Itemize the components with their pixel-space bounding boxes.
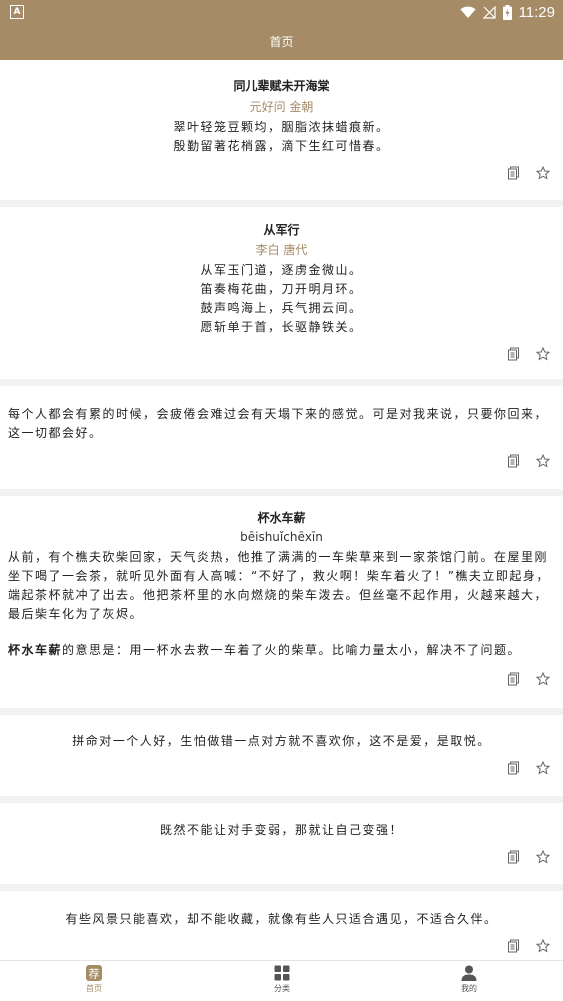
clock: 11:29 [518, 3, 555, 21]
poem-line: 愿斩单于首，长驱静铁关。 [200, 320, 363, 334]
card-actions [507, 454, 550, 468]
poem-line: 鼓声鸣海上，兵气拥云间。 [200, 301, 363, 315]
quote-card[interactable]: 每个人都会有累的时候，会疲倦会难过会有天塌下来的感觉。可是对我来说，只要你回来，… [0, 386, 563, 489]
card-actions [507, 672, 550, 686]
star-outline-icon[interactable] [536, 166, 550, 180]
person-icon [461, 965, 477, 981]
nav-label-category: 分类 [274, 984, 290, 993]
battery-charging-icon [502, 4, 512, 20]
poem-lines: 翠叶轻笼豆颗均，胭脂浓抹蜡痕新。 殷勤留著花梢露，滴下生红可惜春。 [0, 118, 563, 156]
poem-lines: 从军玉门道，逐虏金微山。 笛奏梅花曲，刀开明月环。 鼓声鸣海上，兵气拥云间。 愿… [0, 261, 563, 337]
page-title: 首页 [269, 35, 294, 49]
poem-author: 元好问 金朝 [249, 100, 314, 114]
card-actions [507, 347, 550, 361]
copy-icon[interactable] [507, 761, 521, 775]
quote-text: 既然不能让对手变弱，那就让自己变强！ [159, 823, 403, 837]
no-signal-icon [482, 5, 496, 19]
idiom-story: 从前，有个樵夫砍柴回家，天气炎热，他推了满满的一车柴草来到一家茶馆门前。在屋里刚… [8, 550, 550, 621]
idiom-title: 杯水车薪 [257, 511, 306, 525]
star-outline-icon[interactable] [536, 454, 550, 468]
card-actions [507, 850, 550, 864]
poem-line: 笛奏梅花曲，刀开明月环。 [200, 282, 363, 296]
bottom-nav: 荐 首页 分类 我的 [0, 960, 563, 1001]
star-outline-icon[interactable] [536, 761, 550, 775]
quote-card[interactable]: 有些风景只能喜欢，却不能收藏，就像有些人只适合遇见，不适合久伴。 [0, 891, 563, 960]
copy-icon[interactable] [507, 672, 521, 686]
poem-line: 殷勤留著花梢露，滴下生红可惜春。 [173, 139, 390, 153]
star-outline-icon[interactable] [536, 939, 550, 953]
status-bar: A 11:29 [0, 0, 563, 24]
star-outline-icon[interactable] [536, 850, 550, 864]
content-feed[interactable]: 同儿辈赋未开海棠 元好问 金朝 翠叶轻笼豆颗均，胭脂浓抹蜡痕新。 殷勤留著花梢露… [0, 60, 563, 960]
recommend-icon: 荐 [86, 965, 102, 981]
card-actions [507, 939, 550, 953]
system-status: 11:29 [460, 3, 555, 21]
quote-text: 拼命对一个人好，生怕做错一点对方就不喜欢你，这不是爱，是取悦。 [72, 734, 491, 748]
grid-icon [274, 965, 290, 981]
star-outline-icon[interactable] [536, 347, 550, 361]
app-notification-icon: A [10, 5, 24, 19]
poem-card[interactable]: 同儿辈赋未开海棠 元好问 金朝 翠叶轻笼豆颗均，胭脂浓抹蜡痕新。 殷勤留著花梢露… [0, 60, 563, 200]
star-outline-icon[interactable] [536, 672, 550, 686]
copy-icon[interactable] [507, 454, 521, 468]
card-actions [507, 166, 550, 180]
poem-line: 从军玉门道，逐虏金微山。 [200, 263, 363, 277]
poem-card[interactable]: 从军行 李白 唐代 从军玉门道，逐虏金微山。 笛奏梅花曲，刀开明月环。 鼓声鸣海… [0, 207, 563, 379]
poem-author: 李白 唐代 [255, 243, 308, 257]
recommend-icon-text: 荐 [89, 968, 100, 981]
nav-item-profile[interactable]: 我的 [439, 965, 499, 994]
wifi-icon [460, 6, 476, 18]
copy-icon[interactable] [507, 166, 521, 180]
quote-card[interactable]: 拼命对一个人好，生怕做错一点对方就不喜欢你，这不是爱，是取悦。 [0, 715, 563, 796]
poem-line: 翠叶轻笼豆颗均，胭脂浓抹蜡痕新。 [173, 120, 390, 134]
copy-icon[interactable] [507, 850, 521, 864]
copy-icon[interactable] [507, 939, 521, 953]
poem-title: 从军行 [263, 223, 300, 237]
quote-text: 每个人都会有累的时候，会疲倦会难过会有天塌下来的感觉。可是对我来说，只要你回来，… [8, 407, 549, 440]
card-actions [507, 761, 550, 775]
quote-card[interactable]: 既然不能让对手变弱，那就让自己变强！ [0, 803, 563, 884]
idiom-meaning: 杯水车薪的意思是：用一杯水去救一车着了火的柴草。比喻力量太小，解决不了问题。 [8, 641, 555, 660]
idiom-meaning-term: 杯水车薪 [8, 643, 63, 657]
copy-icon[interactable] [507, 347, 521, 361]
nav-item-category[interactable]: 分类 [252, 965, 312, 994]
poem-title: 同儿辈赋未开海棠 [233, 79, 330, 93]
idiom-card[interactable]: 杯水车薪 bēishuǐchēxīn 从前，有个樵夫砍柴回家，天气炎热，他推了满… [0, 496, 563, 708]
idiom-pinyin: bēishuǐchēxīn [240, 530, 323, 544]
nav-label-profile: 我的 [461, 984, 477, 993]
app-bar: 首页 [0, 24, 563, 60]
nav-item-home[interactable]: 荐 首页 [64, 965, 124, 994]
idiom-meaning-text: 的意思是：用一杯水去救一车着了火的柴草。比喻力量太小，解决不了问题。 [62, 643, 522, 657]
nav-label-home: 首页 [86, 984, 102, 993]
quote-text: 有些风景只能喜欢，却不能收藏，就像有些人只适合遇见，不适合久伴。 [65, 912, 498, 926]
